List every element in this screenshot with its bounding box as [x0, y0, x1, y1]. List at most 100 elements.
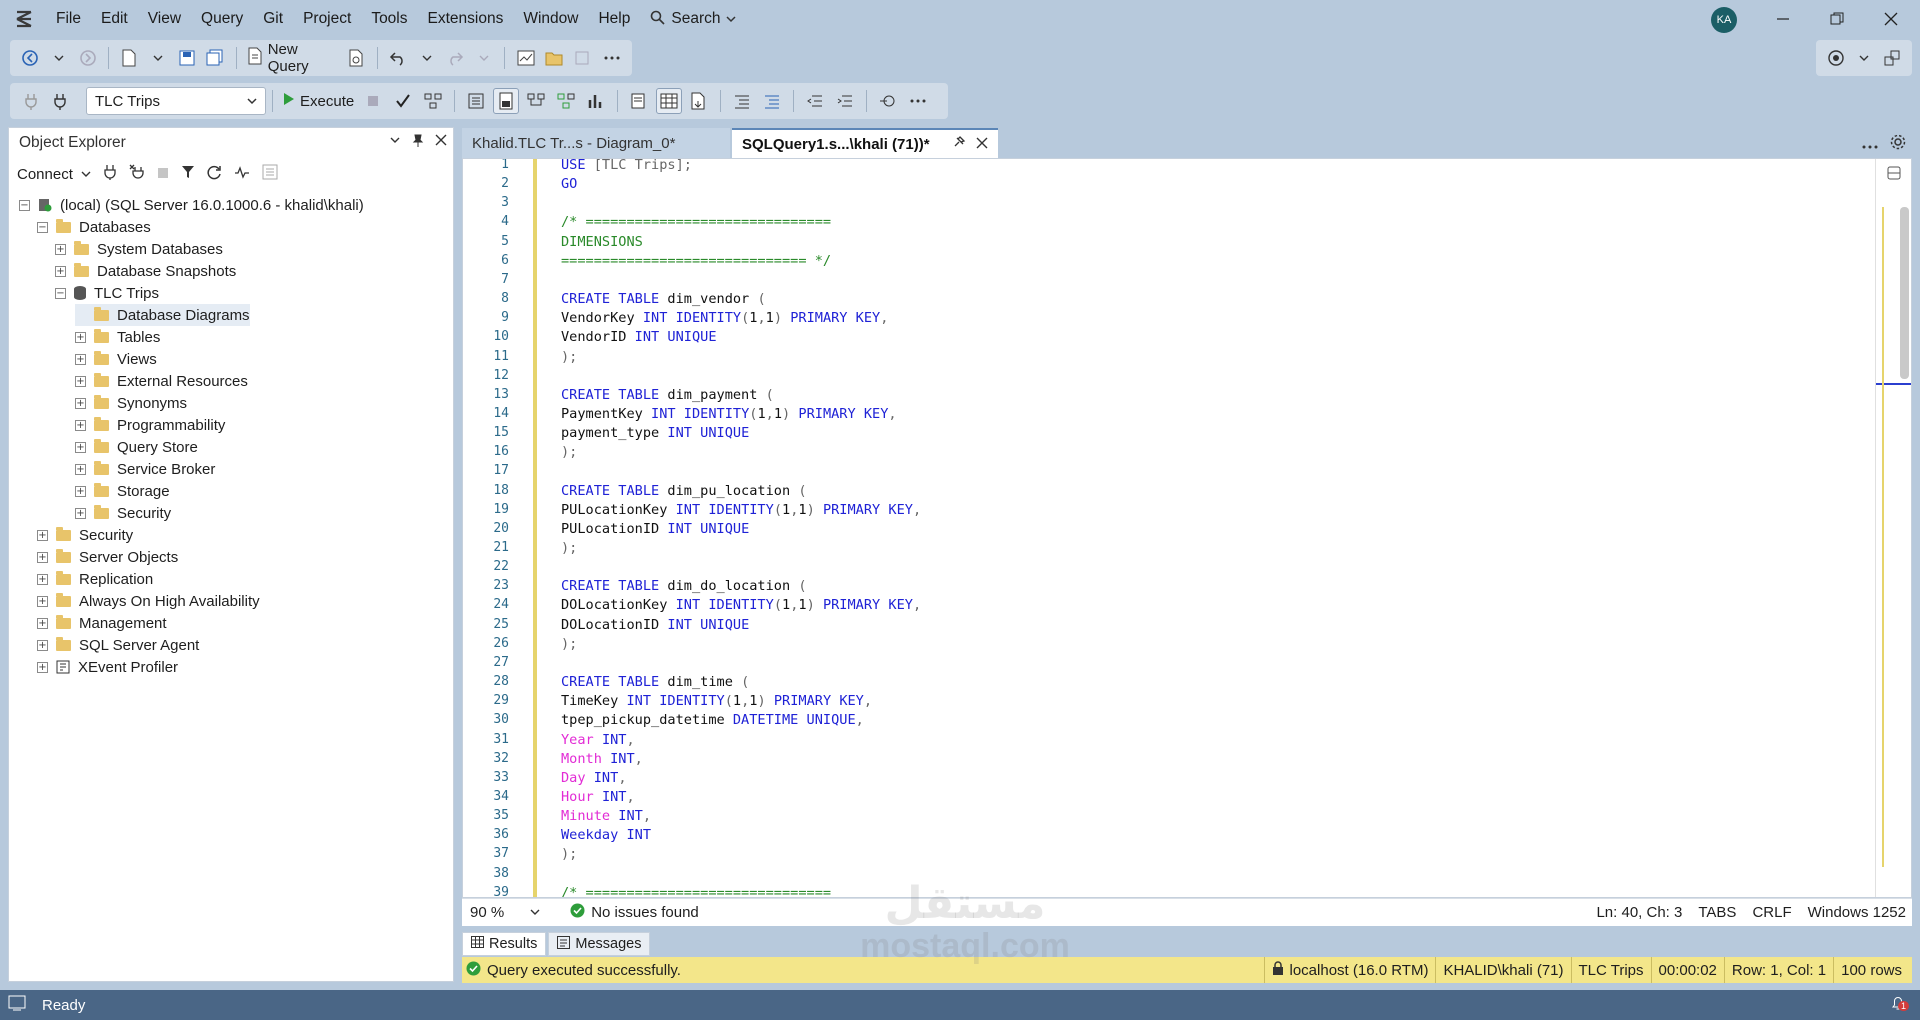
output-window-icon[interactable] — [8, 995, 26, 1015]
execute-button[interactable]: Execute — [279, 87, 358, 115]
code-line[interactable]: payment_type INT UNIQUE — [561, 425, 749, 441]
code-line[interactable]: CREATE TABLE dim_vendor ( — [561, 291, 766, 307]
cursor-position[interactable]: Ln: 40, Ch: 3 — [1596, 904, 1682, 921]
code-line[interactable]: Month INT, — [561, 751, 643, 767]
uncomment-icon[interactable] — [759, 88, 785, 114]
tree-node[interactable]: + Server Objects — [37, 546, 178, 568]
save-all-icon[interactable] — [203, 45, 228, 71]
client-stats-icon[interactable] — [583, 88, 609, 114]
tree-node[interactable]: + SQL Server Agent — [37, 634, 199, 656]
code-line[interactable]: ); — [561, 444, 577, 460]
code-line[interactable]: ); — [561, 540, 577, 556]
code-line[interactable]: PaymentKey INT IDENTITY(1,1) PRIMARY KEY… — [561, 406, 897, 422]
code-line[interactable]: PULocationKey INT IDENTITY(1, 1) PRIMARY … — [561, 502, 921, 518]
copilot-icon[interactable] — [1824, 45, 1848, 71]
filter-icon[interactable] — [181, 165, 195, 183]
connect-button[interactable]: Connect — [17, 166, 91, 183]
collapse-icon[interactable]: − — [19, 199, 30, 211]
code-line[interactable]: CREATE TABLE dim_pu_location ( — [561, 483, 807, 499]
expand-icon[interactable]: + — [75, 485, 86, 497]
code-line[interactable]: PULocationID INT UNIQUE — [561, 521, 749, 537]
expand-icon[interactable]: + — [75, 441, 86, 453]
menu-view[interactable]: View — [138, 4, 191, 34]
redo-icon[interactable] — [443, 45, 468, 71]
chevron-down-icon[interactable] — [414, 45, 439, 71]
pin-icon[interactable] — [952, 135, 966, 153]
code-line[interactable]: DOLocationID INT UNIQUE — [561, 617, 749, 633]
expand-icon[interactable]: + — [55, 265, 66, 277]
code-line[interactable]: ); — [561, 349, 577, 365]
menu-file[interactable]: File — [46, 4, 91, 34]
tree-node[interactable]: − Databases — [37, 216, 151, 238]
notification-bell-icon[interactable]: 1 — [1890, 995, 1910, 1015]
expand-icon[interactable]: + — [75, 375, 86, 387]
connect-plug-icon[interactable] — [103, 164, 117, 184]
split-editor-icon[interactable] — [1886, 165, 1902, 185]
menu-query[interactable]: Query — [191, 4, 253, 34]
code-line[interactable]: GO — [561, 176, 577, 192]
code-line[interactable]: CREATE TABLE dim_payment ( — [561, 387, 774, 403]
decrease-indent-icon[interactable] — [802, 88, 828, 114]
results-to-text-icon[interactable] — [626, 88, 652, 114]
chevron-down-icon[interactable] — [389, 133, 401, 152]
expand-icon[interactable]: + — [37, 639, 48, 651]
expand-icon[interactable]: + — [37, 617, 48, 629]
tree-node[interactable]: + Management — [37, 612, 167, 634]
code-line[interactable]: TimeKey INT IDENTITY(1,1) PRIMARY KEY, — [561, 693, 872, 709]
tree-node[interactable]: + Replication — [37, 568, 153, 590]
minimize-button[interactable] — [1758, 4, 1808, 34]
new-file-icon[interactable] — [117, 45, 142, 71]
query-options-icon[interactable] — [463, 88, 489, 114]
live-stats-icon[interactable] — [553, 88, 579, 114]
code-line[interactable]: VendorKey INT IDENTITY(1,1) PRIMARY KEY, — [561, 310, 888, 326]
activity-monitor-icon[interactable] — [513, 45, 538, 71]
parse-check-icon[interactable] — [390, 88, 416, 114]
refresh-icon[interactable] — [207, 165, 222, 184]
expand-icon[interactable]: + — [37, 595, 48, 607]
avatar[interactable]: KA — [1711, 7, 1737, 33]
restore-button[interactable] — [1812, 4, 1862, 34]
change-connection-icon[interactable] — [48, 88, 74, 114]
tree-node[interactable]: + Security — [37, 524, 133, 546]
code-line[interactable]: VendorID INT UNIQUE — [561, 329, 717, 345]
forward-icon[interactable] — [75, 45, 100, 71]
specify-values-icon[interactable] — [875, 88, 901, 114]
code-line[interactable]: DOLocationKey INT IDENTITY(1, 1) PRIMARY … — [561, 597, 921, 613]
code-line[interactable]: /* ============================== — [561, 214, 831, 230]
menu-tools[interactable]: Tools — [361, 4, 417, 34]
chevron-down-icon[interactable] — [47, 45, 72, 71]
tree-node[interactable]: + Programmability — [75, 414, 225, 436]
gear-icon[interactable] — [1890, 134, 1906, 154]
tab-sqlquery1[interactable]: SQLQuery1.s...\khali (71))* — [732, 128, 998, 158]
tree-node[interactable]: + Query Store — [75, 436, 198, 458]
expand-icon[interactable]: + — [55, 243, 66, 255]
expand-icon[interactable]: + — [37, 661, 48, 673]
expand-icon[interactable]: + — [75, 507, 86, 519]
scrollbar-thumb[interactable] — [1900, 207, 1909, 379]
issues-indicator[interactable]: No issues found — [570, 903, 699, 922]
code-line[interactable]: USE [TLC Trips]; — [561, 159, 692, 173]
expand-icon[interactable]: + — [75, 419, 86, 431]
chevron-down-icon[interactable] — [472, 45, 497, 71]
close-icon[interactable] — [435, 133, 447, 152]
encoding[interactable]: Windows 1252 — [1808, 904, 1906, 921]
menu-window[interactable]: Window — [513, 4, 588, 34]
code-line[interactable]: Weekday INT — [561, 827, 651, 843]
zoom-select[interactable]: 90 % — [470, 904, 540, 921]
chevron-down-icon[interactable] — [146, 45, 171, 71]
tree-node[interactable]: + External Resources — [75, 370, 248, 392]
tab-results[interactable]: Results — [462, 932, 547, 956]
code-line[interactable]: tpep_pickup_datetime DATETIME UNIQUE, — [561, 712, 864, 728]
connect-plug-icon[interactable] — [18, 88, 44, 114]
database-select[interactable]: TLC Trips — [86, 87, 266, 115]
chevron-down-icon[interactable] — [1852, 45, 1876, 71]
menu-git[interactable]: Git — [253, 4, 293, 34]
stop-icon[interactable] — [157, 166, 169, 183]
stop-icon[interactable] — [360, 88, 386, 114]
code-line[interactable]: CREATE TABLE dim_time ( — [561, 674, 749, 690]
query-file-icon[interactable] — [344, 45, 369, 71]
tree-node[interactable]: + Storage — [75, 480, 170, 502]
code-line[interactable]: ============================== */ — [561, 253, 831, 269]
tab-diagram[interactable]: Khalid.TLC Tr...s - Diagram_0* — [462, 128, 730, 158]
code-line[interactable]: Day INT, — [561, 770, 627, 786]
